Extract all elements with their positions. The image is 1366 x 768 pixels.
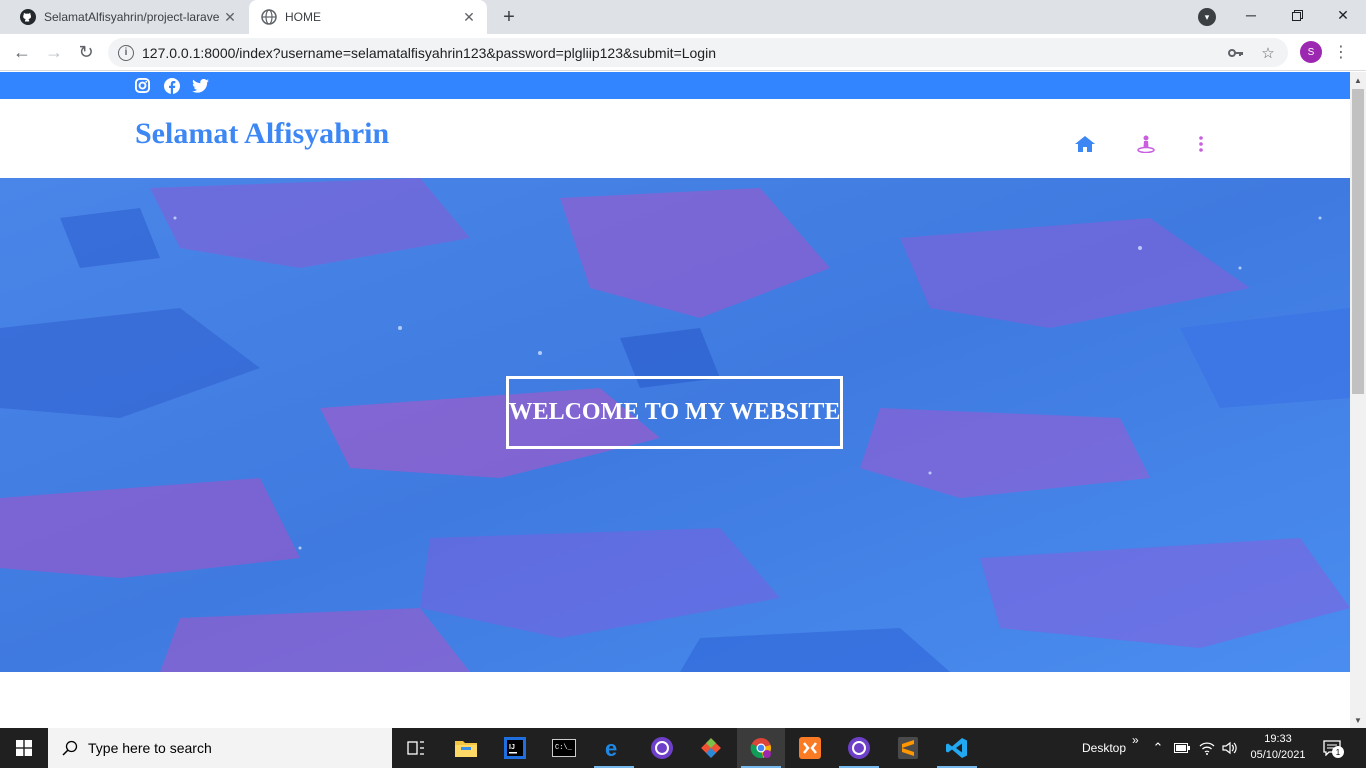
facebook-icon[interactable] <box>163 77 180 94</box>
info-icon[interactable]: i <box>118 44 134 61</box>
search-placeholder: Type here to search <box>88 740 212 756</box>
close-icon[interactable]: ✕ <box>459 7 479 27</box>
tab-home[interactable]: HOME ✕ <box>249 0 487 34</box>
sublime-text-icon[interactable] <box>884 728 932 768</box>
browser-tab-bar: SelamatAlfisyahrin/project-larave ✕ HOME… <box>0 0 1366 34</box>
vscode-icon[interactable] <box>933 728 981 768</box>
windows-start-icon[interactable] <box>0 728 48 768</box>
close-icon[interactable]: ✕ <box>220 7 240 27</box>
chrome-icon[interactable] <box>737 728 785 768</box>
search-icon <box>60 738 80 758</box>
page-scrollbar[interactable]: ▲ ▼ <box>1350 72 1366 728</box>
tab-title: HOME <box>285 10 321 24</box>
profile-avatar[interactable]: S <box>1300 41 1322 63</box>
tab-github[interactable]: SelamatAlfisyahrin/project-larave ✕ <box>8 0 248 34</box>
bookmark-star-icon[interactable]: ☆ <box>1256 41 1280 65</box>
svg-text:C:\_: C:\_ <box>555 744 573 752</box>
windows-taskbar: Type here to search IJ C:\_ e Desktop » … <box>0 728 1366 768</box>
git-icon[interactable] <box>687 728 735 768</box>
tab-search-icon[interactable]: ▾ <box>1198 8 1216 26</box>
notification-center-icon[interactable]: 1 <box>1322 738 1344 758</box>
desktop-toolbar-label[interactable]: Desktop <box>1082 728 1126 768</box>
volume-icon[interactable] <box>1220 738 1240 758</box>
clock-time: 19:33 <box>1264 733 1292 745</box>
hero-title: WELCOME TO MY WEBSITE <box>506 376 843 449</box>
scroll-up-arrow-icon[interactable]: ▲ <box>1350 72 1366 88</box>
forward-arrow-icon[interactable]: → <box>42 40 66 64</box>
home-icon[interactable] <box>1074 133 1096 155</box>
clock-date: 05/10/2021 <box>1250 749 1306 761</box>
twitter-icon[interactable] <box>192 77 209 94</box>
xampp-icon[interactable] <box>786 728 834 768</box>
github-desktop-icon[interactable] <box>835 728 883 768</box>
toolbar-overflow-chevron[interactable]: » <box>1132 720 1139 760</box>
battery-icon[interactable] <box>1172 738 1192 758</box>
instagram-icon[interactable] <box>134 77 151 94</box>
reload-icon[interactable]: ↻ <box>74 40 98 64</box>
edge-icon[interactable]: e <box>590 728 638 768</box>
site-header: Selamat Alfisyahrin <box>0 99 1350 178</box>
tab-title: SelamatAlfisyahrin/project-larave <box>44 10 220 24</box>
taskbar-search-input[interactable]: Type here to search <box>48 728 392 768</box>
more-vertical-icon[interactable] <box>1190 133 1212 155</box>
key-icon[interactable] <box>1224 41 1248 65</box>
notification-count-badge: 1 <box>1332 746 1344 758</box>
site-brand[interactable]: Selamat Alfisyahrin <box>135 117 389 151</box>
restore-button[interactable] <box>1274 0 1320 30</box>
person-icon[interactable] <box>1135 133 1157 155</box>
minimize-button[interactable]: ─ <box>1228 0 1274 30</box>
terminal-icon[interactable]: C:\_ <box>540 728 588 768</box>
page-viewport: Selamat Alfisyahrin WELCOME TO MY WEBSIT… <box>0 72 1350 728</box>
svg-text:e: e <box>605 737 617 759</box>
browser-menu-icon[interactable]: ⋮ <box>1333 41 1349 63</box>
globe-icon <box>261 9 277 25</box>
close-window-button[interactable]: ✕ <box>1320 0 1366 30</box>
task-view-icon[interactable] <box>392 728 440 768</box>
file-explorer-icon[interactable] <box>442 728 490 768</box>
github-icon <box>20 9 36 25</box>
system-clock[interactable]: 19:33 05/10/2021 <box>1240 731 1316 765</box>
back-arrow-icon[interactable]: ← <box>10 40 34 64</box>
url-text[interactable]: 127.0.0.1:8000/index?username=selamatalf… <box>142 45 1224 61</box>
github-desktop-icon[interactable] <box>638 728 686 768</box>
hero-banner: WELCOME TO MY WEBSITE <box>0 178 1350 672</box>
scroll-down-arrow-icon[interactable]: ▼ <box>1350 712 1366 728</box>
intellij-icon[interactable]: IJ <box>491 728 539 768</box>
chevron-up-icon[interactable]: ⌃ <box>1148 738 1168 758</box>
svg-text:IJ: IJ <box>509 744 515 751</box>
address-bar[interactable]: i 127.0.0.1:8000/index?username=selamata… <box>108 38 1288 67</box>
browser-toolbar: ← → ↻ i 127.0.0.1:8000/index?username=se… <box>0 34 1366 71</box>
wifi-icon[interactable] <box>1197 738 1217 758</box>
scrollbar-thumb[interactable] <box>1352 89 1364 394</box>
social-top-bar <box>0 72 1350 99</box>
new-tab-button[interactable]: + <box>497 5 521 29</box>
